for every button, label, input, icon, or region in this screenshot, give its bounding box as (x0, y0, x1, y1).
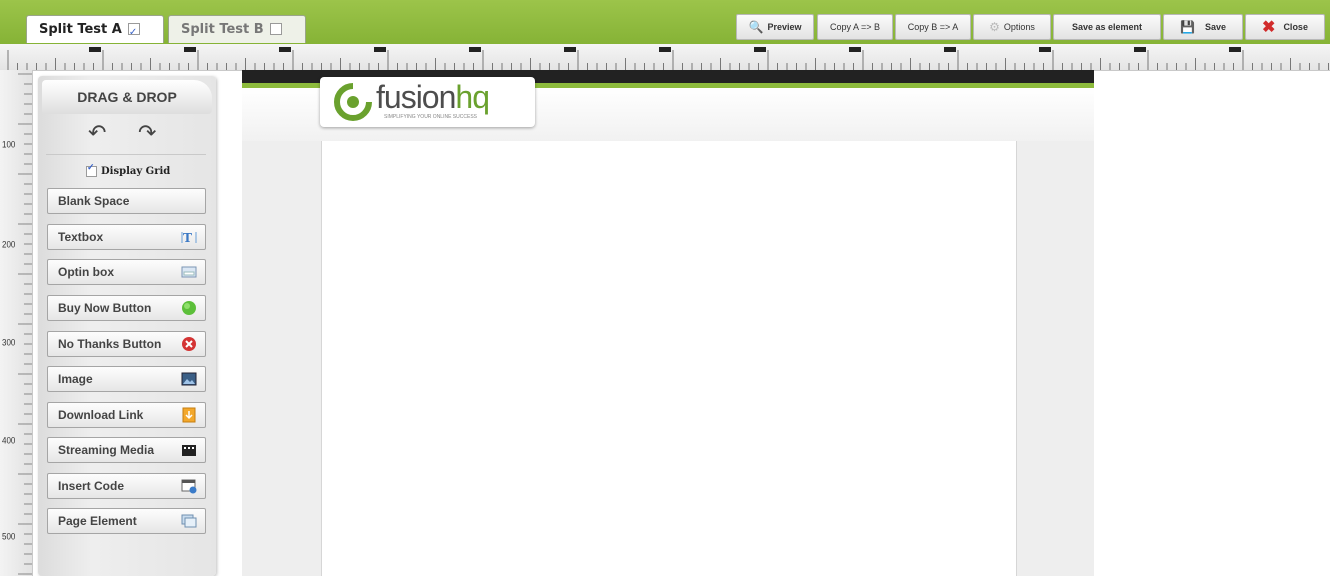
preview-label: Preview (767, 22, 802, 32)
options-button[interactable]: ⚙ Options (973, 14, 1051, 40)
tool-label: Page Element (58, 514, 137, 528)
tab-split-test-a[interactable]: Split Test A (26, 15, 164, 47)
red-x-icon (182, 337, 196, 351)
tool-optin-box[interactable]: Optin box (47, 259, 206, 285)
tab-a-checkbox[interactable] (127, 19, 140, 47)
vruler-label: 400 (2, 435, 16, 446)
tool-insert-code[interactable]: Insert Code (47, 473, 206, 499)
tool-label: Insert Code (58, 479, 125, 493)
panel-divider (46, 154, 206, 155)
tool-blank-space[interactable]: Blank Space (47, 188, 206, 214)
tool-no-thanks-button[interactable]: No Thanks Button (47, 331, 206, 357)
logo-brand-accent: hq (455, 79, 490, 115)
ruler-number-mark (184, 47, 196, 52)
tool-label: Blank Space (58, 194, 130, 208)
close-button[interactable]: ✖ Close (1245, 14, 1325, 40)
tool-image[interactable]: Image (47, 366, 206, 392)
ruler-number-mark (754, 47, 766, 52)
horizontal-ruler-ticks (7, 47, 1329, 70)
ruler-number-mark (1134, 47, 1146, 52)
ruler-number-mark (1229, 47, 1241, 52)
tool-label: No Thanks Button (58, 337, 162, 351)
tool-label: Optin box (58, 265, 114, 279)
film-icon (182, 445, 196, 456)
fusionhq-logo-mark-icon (334, 83, 372, 121)
tool-textbox[interactable]: Textbox T (47, 224, 206, 250)
tool-buy-now-button[interactable]: Buy Now Button (47, 295, 206, 321)
ruler-number-mark (849, 47, 861, 52)
save-as-element-button[interactable]: Save as element (1053, 14, 1161, 40)
undo-icon[interactable]: ↶ (88, 120, 106, 146)
logo-tagline: SIMPLIFYING YOUR ONLINE SUCCESS (384, 114, 477, 120)
tool-streaming-media[interactable]: Streaming Media (47, 437, 206, 463)
redo-icon[interactable]: ↷ (138, 120, 156, 146)
tab-b-checkbox[interactable] (269, 22, 282, 35)
tool-label: Download Link (58, 408, 144, 422)
ruler-number-mark (374, 47, 386, 52)
save-button[interactable]: 💾 Save (1163, 14, 1243, 40)
copy-b-to-a-button[interactable]: Copy B => A (895, 14, 971, 40)
ruler-number-mark (469, 47, 481, 52)
logo-brand-main: fusion (376, 79, 456, 115)
vruler-label: 200 (2, 239, 16, 250)
page-content-area[interactable] (321, 141, 1017, 576)
copy-a-to-b-button[interactable]: Copy A => B (817, 14, 893, 40)
display-grid-label: Display Grid (101, 166, 171, 177)
preview-button[interactable]: 🔍 Preview (736, 14, 814, 40)
save-as-element-label: Save as element (1071, 22, 1143, 32)
ruler-number-mark (89, 47, 101, 52)
tool-download-link[interactable]: Download Link (47, 402, 206, 428)
vruler-label: 300 (2, 337, 16, 348)
top-toolbar: Split Test A Split Test B 🔍 Preview Copy… (0, 0, 1330, 47)
download-icon (182, 407, 196, 423)
floppy-disk-icon: 💾 (1180, 20, 1195, 34)
code-icon (181, 479, 197, 494)
close-icon: ✖ (1262, 19, 1276, 36)
image-icon (181, 372, 197, 386)
undo-redo-row: ↶ ↷ (78, 120, 168, 146)
tool-label: Buy Now Button (58, 301, 152, 315)
optin-box-icon (181, 266, 197, 278)
page-element-icon (181, 514, 197, 528)
drag-drop-panel: DRAG & DROP ↶ ↷ Display Grid Blank Space… (38, 76, 216, 576)
magnifier-icon: 🔍 (748, 20, 764, 34)
ruler-number-mark (279, 47, 291, 52)
tab-label: Split Test B (181, 22, 264, 37)
ruler-number-mark (1039, 47, 1051, 52)
textbox-icon: T (181, 231, 197, 245)
copy-a-b-label: Copy A => B (829, 22, 881, 32)
green-dot-icon (182, 301, 196, 315)
tool-page-element[interactable]: Page Element (47, 508, 206, 534)
panel-title: DRAG & DROP (42, 80, 212, 114)
display-grid-checkbox[interactable] (86, 163, 97, 177)
vruler-label: 500 (2, 531, 16, 542)
horizontal-ruler[interactable] (0, 44, 1330, 71)
vertical-ruler[interactable]: 100 200 300 400 500 (0, 70, 33, 576)
tool-label: Streaming Media (58, 443, 155, 457)
copy-b-a-label: Copy B => A (907, 22, 959, 32)
close-label: Close (1283, 22, 1308, 32)
vruler-label: 100 (2, 139, 16, 150)
display-grid-toggle[interactable]: Display Grid (86, 163, 171, 177)
gear-icon: ⚙ (989, 20, 1000, 34)
ruler-number-mark (944, 47, 956, 52)
options-label: Options (1003, 22, 1035, 32)
ruler-number-mark (659, 47, 671, 52)
svg-text:T: T (183, 231, 192, 245)
logo-text: fusionhq (376, 79, 490, 116)
tool-label: Textbox (58, 230, 104, 244)
tool-label: Image (58, 372, 93, 386)
fusionhq-logo[interactable]: fusionhq SIMPLIFYING YOUR ONLINE SUCCESS (320, 77, 535, 127)
ruler-number-mark (564, 47, 576, 52)
save-label: Save (1204, 22, 1226, 32)
tab-split-test-b[interactable]: Split Test B (168, 15, 306, 43)
tab-label: Split Test A (39, 22, 122, 37)
